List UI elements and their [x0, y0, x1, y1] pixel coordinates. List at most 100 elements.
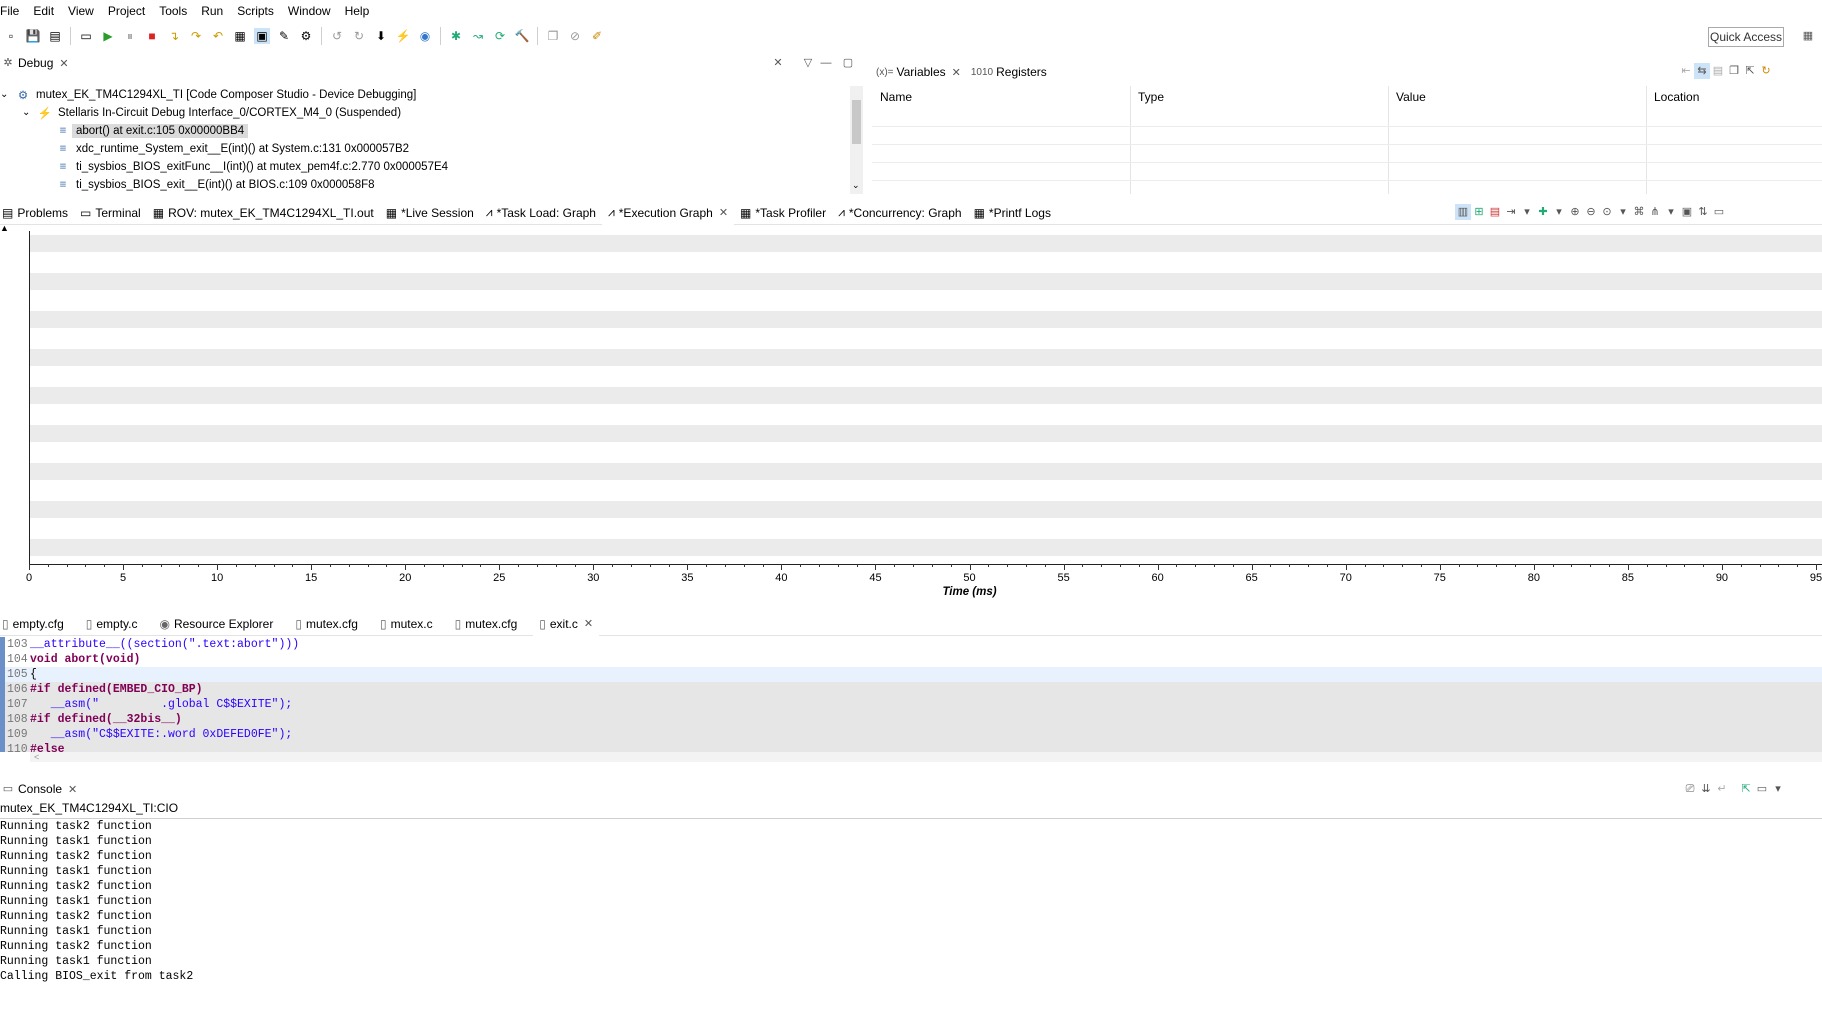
console-title[interactable]: Console — [18, 782, 62, 796]
editor-hscrollbar[interactable]: < — [30, 752, 1822, 762]
menu-scripts[interactable]: Scripts — [230, 4, 281, 18]
tab-printf-logs[interactable]: ▦ *Printf Logs — [968, 201, 1057, 225]
pin-console-icon[interactable]: ⇱ — [1738, 781, 1754, 797]
remove-terminated-icon[interactable]: ✕ — [770, 55, 786, 71]
graph-icon[interactable]: ▥ — [1455, 204, 1471, 220]
export-icon[interactable]: ▣ — [1679, 204, 1695, 220]
stack-frame-item[interactable]: ≡ ti_sysbios_BIOS_exit__E(int)() at BIOS.… — [54, 176, 379, 193]
run-cycle-icon[interactable]: ⟳ — [492, 28, 508, 44]
pin-view-icon[interactable]: ⇱ — [1742, 63, 1758, 79]
stack-frame-item[interactable]: ≡ ti_sysbios_BIOS_exitFunc__I(int)() at m… — [54, 158, 452, 175]
tools-icon[interactable]: ✎ — [276, 28, 292, 44]
zoom-fit-icon[interactable]: ⊙ — [1599, 204, 1615, 220]
console-output[interactable]: Running task2 function Running task1 func… — [0, 820, 1822, 1010]
debug-panel-title[interactable]: Debug — [18, 56, 53, 70]
save-icon[interactable]: 💾 — [25, 28, 41, 44]
settings-icon[interactable]: ⇅ — [1695, 204, 1711, 220]
collapse-icon[interactable]: ⇤ — [1678, 63, 1694, 79]
dropdown-icon[interactable]: ▾ — [1770, 781, 1786, 797]
debug-icon[interactable]: ✱ — [448, 28, 464, 44]
step-over-icon[interactable]: ↷ — [188, 28, 204, 44]
stack-frame-item[interactable]: ≡ xdc_runtime_System_exit__E(int)() at Sy… — [54, 140, 413, 157]
step-into-icon[interactable]: ↴ — [166, 28, 182, 44]
more-icon[interactable]: ▭ — [1711, 204, 1727, 220]
minimize-icon[interactable]: — — [818, 55, 834, 71]
show-type-icon[interactable]: ⇆ — [1694, 63, 1710, 79]
suspend-icon[interactable]: ⏸ — [122, 28, 138, 44]
dropdown-icon[interactable]: ▾ — [1615, 204, 1631, 220]
editor-tab-empty-c[interactable]: ▯ empty.c — [80, 612, 144, 636]
tab-problems[interactable]: ▤ Problems — [0, 201, 74, 225]
stack-frame-item[interactable]: ≡ abort() at exit.c:105 0x00000BB4 — [54, 122, 249, 139]
disconnect-icon[interactable]: ⊘ — [567, 28, 583, 44]
tab-concurrency-graph[interactable]: ⩘ *Concurrency: Graph — [832, 201, 968, 225]
editor-tab-mutex-c[interactable]: ▯ mutex.c — [374, 612, 439, 636]
scrollbar-thumb[interactable] — [852, 100, 861, 144]
view-menu-icon[interactable]: ▽ — [800, 55, 816, 71]
editor-tab-mutex-cfg[interactable]: ▯ mutex.cfg — [449, 612, 524, 636]
variables-tab[interactable]: (x)= Variables ✕ — [872, 65, 965, 79]
scroll-lock-icon[interactable]: ⇊ — [1698, 781, 1714, 797]
chart-icon[interactable]: ▤ — [1487, 204, 1503, 220]
debug-scrollbar[interactable]: ⌄ — [850, 86, 863, 194]
editor-tab-mutex-cfg[interactable]: ▯ mutex.cfg — [289, 612, 364, 636]
close-icon[interactable]: ✕ — [59, 57, 68, 70]
tab-execution-graph[interactable]: ⩘ *Execution Graph ✕ — [601, 200, 735, 225]
align-icon[interactable]: ⇥ — [1503, 204, 1519, 220]
add-icon[interactable]: ✚ — [1535, 204, 1551, 220]
pin-icon[interactable]: ✐ — [589, 28, 605, 44]
new-icon[interactable]: ▫ — [3, 28, 19, 44]
menu-tools[interactable]: Tools — [152, 4, 194, 18]
close-icon[interactable]: ✕ — [68, 783, 77, 796]
clear-console-icon[interactable]: ⎚ — [1682, 781, 1698, 797]
display-console-icon[interactable]: ▭ — [1754, 781, 1770, 797]
run-icon[interactable]: ↝ — [470, 28, 486, 44]
memory-icon[interactable]: ▣ — [254, 28, 270, 44]
execution-graph[interactable]: ▲ 0 5 10 15 20 25 30 35 40 45 50 55 60 65 70 75 80 85 90 95 T… — [0, 223, 1822, 607]
load-program-icon[interactable]: ⬇ — [373, 28, 389, 44]
editor-tab-resource-explorer[interactable]: ◉ Resource Explorer — [153, 612, 279, 636]
tab-rov-mutex-ek-tm4c1294xl-ti-out[interactable]: ▦ ROV: mutex_EK_TM4C1294XL_TI.out — [147, 201, 380, 225]
save-all-icon[interactable]: ▤ — [47, 28, 63, 44]
menu-run[interactable]: Run — [194, 4, 230, 18]
debug-session-item[interactable]: ⌄ ⚙ mutex_EK_TM4C1294XL_TI [Code Composer … — [0, 86, 420, 103]
maximize-icon[interactable]: ▢ — [840, 55, 856, 71]
reset-icon[interactable]: ↻ — [351, 28, 367, 44]
dropdown-icon[interactable]: ▾ — [1551, 204, 1567, 220]
filter-icon[interactable]: ⋔ — [1647, 204, 1663, 220]
editor-tab-exit-c[interactable]: ▯ exit.c ✕ — [533, 611, 600, 636]
restart-icon[interactable]: ↺ — [329, 28, 345, 44]
chevron-down-icon[interactable]: ⌄ — [0, 89, 14, 100]
word-wrap-icon[interactable]: ↵ — [1714, 781, 1730, 797]
find-icon[interactable]: ⌘ — [1631, 204, 1647, 220]
close-icon[interactable]: ✕ — [584, 617, 593, 630]
dropdown-icon[interactable]: ▾ — [1663, 204, 1679, 220]
column-header-value[interactable]: Value — [1396, 90, 1426, 104]
tab-terminal[interactable]: ▭ Terminal — [74, 201, 147, 225]
flash-icon[interactable]: ⚙ — [298, 28, 314, 44]
menu-window[interactable]: Window — [281, 4, 338, 18]
connect-icon[interactable]: ⚡ — [395, 28, 411, 44]
tab-live-session[interactable]: ▦ *Live Session — [380, 201, 480, 225]
editor-tab-empty-cfg[interactable]: ▯ empty.cfg — [0, 612, 70, 636]
debug-thread-item[interactable]: ⌄ ⚡ Stellaris In-Circuit Debug Interface_0… — [22, 104, 405, 121]
chevron-down-icon[interactable]: ⌄ — [22, 107, 36, 118]
menu-edit[interactable]: Edit — [26, 4, 61, 18]
menu-project[interactable]: Project — [101, 4, 152, 18]
zoom-out-icon[interactable]: ⊖ — [1583, 204, 1599, 220]
menu-view[interactable]: View — [61, 4, 101, 18]
grid-icon[interactable]: ▦ — [232, 28, 248, 44]
step-return-icon[interactable]: ↶ — [210, 28, 226, 44]
scroll-down-icon[interactable]: ⌄ — [852, 180, 860, 191]
registers-tab[interactable]: 1010 Registers — [965, 65, 1053, 79]
tab-task-load-graph[interactable]: ⩘ *Task Load: Graph — [480, 201, 602, 225]
close-icon[interactable]: ✕ — [719, 206, 728, 219]
zoom-in-icon[interactable]: ⊕ — [1567, 204, 1583, 220]
menu-file[interactable]: File — [0, 4, 26, 18]
window-icon[interactable]: ❐ — [545, 28, 561, 44]
quick-access-input[interactable]: Quick Access — [1708, 27, 1784, 47]
menu-help[interactable]: Help — [338, 4, 377, 18]
terminate-icon[interactable]: ■ — [144, 28, 160, 44]
column-header-type[interactable]: Type — [1138, 90, 1164, 104]
resume-icon[interactable]: ▶ — [100, 28, 116, 44]
